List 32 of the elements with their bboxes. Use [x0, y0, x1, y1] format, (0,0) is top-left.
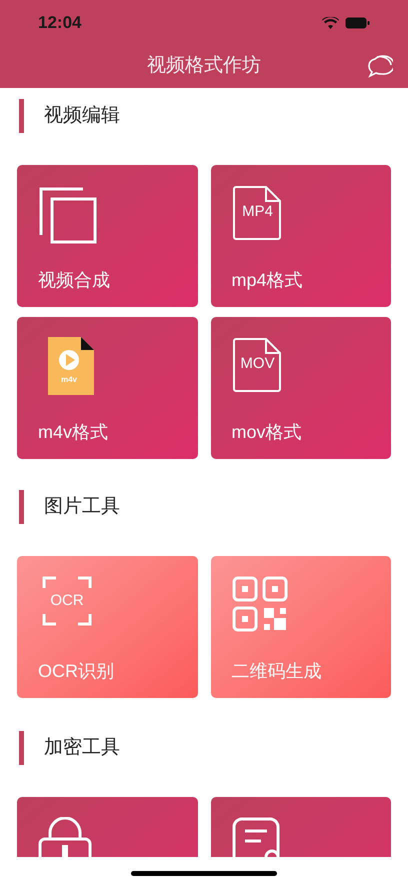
- section-marker: [19, 490, 24, 524]
- card-label: 视频合成: [38, 271, 111, 289]
- tool-card[interactable]: MOV mov格式: [210, 317, 391, 459]
- section-title: 图片工具: [44, 494, 120, 519]
- card-label: 二维码生成: [232, 662, 322, 680]
- card-label: mp4格式: [232, 271, 304, 289]
- battery-icon: [345, 17, 370, 29]
- tool-card[interactable]: 视频合成: [17, 165, 198, 307]
- icon-label: OCR: [49, 593, 85, 608]
- tool-card[interactable]: OCR OCR识别: [17, 556, 198, 698]
- video-file-icon: [48, 337, 94, 395]
- card-label: OCR识别: [38, 662, 115, 680]
- section-title: 加密工具: [44, 736, 120, 760]
- status-time: 12:04: [38, 12, 82, 34]
- icon-label: MP4: [241, 204, 274, 219]
- chat-bubbles-icon[interactable]: [365, 54, 393, 80]
- tool-card[interactable]: m4v m4v格式: [17, 317, 198, 459]
- scan-frame-icon: [42, 576, 92, 626]
- file-icon: [232, 185, 282, 241]
- copy-icon: [38, 185, 98, 245]
- section-marker: [19, 731, 24, 765]
- card-label: m4v格式: [38, 423, 110, 441]
- section-marker: [19, 99, 24, 133]
- file-icon: [232, 337, 282, 393]
- tool-card[interactable]: MP4 mp4格式: [210, 165, 391, 307]
- section-title: 视频编辑: [44, 104, 120, 128]
- nav-title: 视频格式作坊: [147, 54, 261, 78]
- card-label: mov格式: [232, 423, 303, 441]
- wifi-icon: [322, 17, 339, 29]
- icon-label: m4v: [60, 376, 78, 384]
- icon-label: MOV: [239, 356, 276, 371]
- tool-card[interactable]: 二维码生成: [210, 556, 391, 698]
